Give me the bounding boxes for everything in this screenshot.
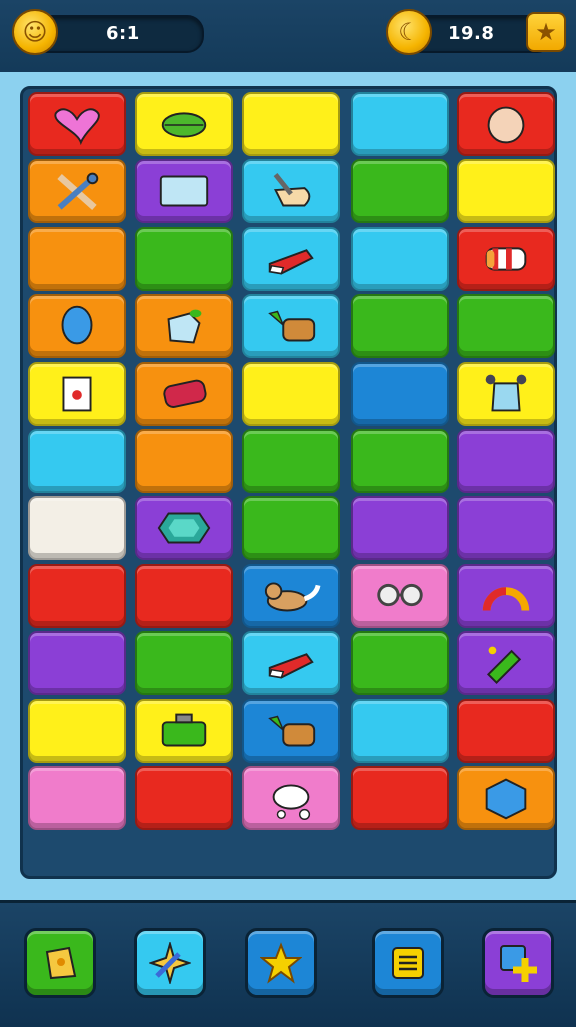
glasses-icon bbox=[371, 573, 429, 619]
ice-cube-icon bbox=[155, 303, 213, 349]
tile-orange-blue-cube[interactable] bbox=[457, 766, 555, 830]
gold-coin-icon[interactable]: ☺ bbox=[12, 9, 58, 55]
map-icon bbox=[39, 942, 81, 984]
tile-purple-pencil[interactable] bbox=[457, 631, 555, 696]
right-counter-value: 19.8 bbox=[448, 23, 495, 44]
tile-yellow-green-case[interactable] bbox=[135, 698, 233, 763]
green-leaf-icon bbox=[155, 101, 213, 147]
tile-yellow-glass-bottle[interactable] bbox=[457, 361, 555, 426]
white-bird-icon bbox=[262, 775, 320, 821]
tile-white-orange-fruit[interactable] bbox=[28, 496, 126, 561]
tile-green-green-block[interactable] bbox=[135, 226, 233, 291]
star-icon bbox=[260, 942, 302, 984]
left-counter-value: 6:1 bbox=[106, 23, 140, 44]
tile-purple-green-ball[interactable] bbox=[457, 496, 555, 561]
list-button[interactable] bbox=[372, 928, 444, 998]
crossed-tools-icon bbox=[48, 168, 106, 214]
tile-purple-pink-heart[interactable] bbox=[351, 496, 449, 561]
tile-yellow-green-leaf[interactable] bbox=[135, 92, 233, 156]
card-icon bbox=[48, 371, 106, 417]
green-case-icon bbox=[155, 708, 213, 754]
tile-red-seal-face[interactable] bbox=[135, 563, 233, 628]
tile-orange-plum[interactable] bbox=[135, 429, 233, 493]
tile-red-striped-candy[interactable] bbox=[457, 226, 555, 291]
tile-orange-crossed-tools[interactable] bbox=[28, 159, 126, 224]
carrot-bread-icon bbox=[262, 708, 320, 754]
tile-purple-rainbow-arc[interactable] bbox=[457, 563, 555, 628]
tile-cyan-bear-face[interactable] bbox=[28, 429, 126, 493]
tile-green-green-block[interactable] bbox=[457, 294, 555, 359]
star-button[interactable] bbox=[245, 928, 317, 998]
rocket-icon bbox=[149, 942, 191, 984]
tile-cyan-fox-face[interactable] bbox=[351, 698, 449, 763]
red-shoe-icon bbox=[262, 640, 320, 686]
tile-purple-glass-panel[interactable] bbox=[135, 159, 233, 224]
blue-balloon-icon bbox=[48, 303, 106, 349]
star-badge-icon[interactable]: ★ bbox=[526, 12, 566, 52]
rocket-button[interactable] bbox=[134, 928, 206, 998]
tile-cyan-seal-face[interactable] bbox=[351, 92, 449, 156]
tile-cyan-yellow-ring[interactable] bbox=[351, 226, 449, 291]
glass-panel-icon bbox=[155, 168, 213, 214]
tile-yellow-lemon[interactable] bbox=[242, 361, 340, 426]
tile-blue-carrot-bread[interactable] bbox=[242, 698, 340, 763]
add-icon bbox=[497, 942, 539, 984]
peach-icon bbox=[477, 101, 535, 147]
tile-purple-green-ball[interactable] bbox=[28, 631, 126, 696]
tile-yellow-blue-bug[interactable] bbox=[28, 698, 126, 763]
tile-pink-white-bird[interactable] bbox=[242, 766, 340, 830]
top-hud: 6:1 ☺ 19.8 ☾ ★ bbox=[0, 0, 576, 75]
cat-lying-icon bbox=[262, 573, 321, 619]
hand-tool-icon bbox=[262, 168, 320, 214]
tile-cyan-red-shoe[interactable] bbox=[242, 226, 340, 291]
tile-blue-cat-lying[interactable] bbox=[242, 563, 340, 628]
tile-pink-glasses[interactable] bbox=[351, 563, 449, 628]
tile-orange-log[interactable] bbox=[135, 361, 233, 426]
tile-yellow-card[interactable] bbox=[28, 361, 126, 426]
tile-cyan-red-shoe[interactable] bbox=[242, 631, 340, 696]
tile-red-pink-apple[interactable] bbox=[28, 563, 126, 628]
tile-yellow-cat-face[interactable] bbox=[242, 92, 340, 156]
map-button[interactable] bbox=[24, 928, 96, 998]
blue-cube-icon bbox=[477, 775, 535, 821]
tile-red-pink-heart[interactable] bbox=[457, 698, 555, 763]
tile-orange-blue-balloon[interactable] bbox=[28, 294, 126, 359]
tile-cyan-carrot-bread[interactable] bbox=[242, 294, 340, 359]
tile-orange-green-heart[interactable] bbox=[28, 226, 126, 291]
tile-blue-pink-heart[interactable] bbox=[351, 361, 449, 426]
tile-green-chick-face[interactable] bbox=[242, 429, 340, 493]
tile-purple-white-ring[interactable] bbox=[457, 429, 555, 493]
tile-red-blue-heart[interactable] bbox=[351, 766, 449, 830]
tile-green-bear-face[interactable] bbox=[351, 631, 449, 696]
pink-heart-shape-icon bbox=[48, 101, 106, 147]
log-icon bbox=[155, 371, 213, 417]
tile-green-red-apple[interactable] bbox=[351, 159, 449, 224]
tile-red-purple-ring[interactable] bbox=[135, 766, 233, 830]
tile-cyan-hand-tool[interactable] bbox=[242, 159, 340, 224]
tile-green-radish[interactable] bbox=[242, 496, 340, 561]
tile-green-green-block[interactable] bbox=[351, 429, 449, 493]
tile-pink-bear-face[interactable] bbox=[28, 766, 126, 830]
tile-purple-hexagon-gem[interactable] bbox=[135, 496, 233, 561]
add-button[interactable] bbox=[482, 928, 554, 998]
tile-green-pink-heart[interactable] bbox=[351, 294, 449, 359]
glass-bottle-icon bbox=[477, 371, 535, 417]
striped-candy-icon bbox=[477, 236, 535, 282]
pencil-icon bbox=[477, 640, 535, 686]
hexagon-gem-icon bbox=[155, 505, 213, 551]
list-icon bbox=[387, 942, 429, 984]
tile-red-peach[interactable] bbox=[457, 92, 555, 156]
rainbow-arc-icon bbox=[477, 573, 535, 619]
red-shoe-icon bbox=[262, 236, 320, 282]
carrot-bread-icon bbox=[262, 303, 320, 349]
tile-yellow-purple-bear[interactable] bbox=[457, 159, 555, 224]
tile-orange-ice-cube[interactable] bbox=[135, 294, 233, 359]
tile-red-pink-heart-shape[interactable] bbox=[28, 92, 126, 156]
tile-green-fox-face[interactable] bbox=[135, 631, 233, 696]
crescent-coin-icon[interactable]: ☾ bbox=[386, 9, 432, 55]
